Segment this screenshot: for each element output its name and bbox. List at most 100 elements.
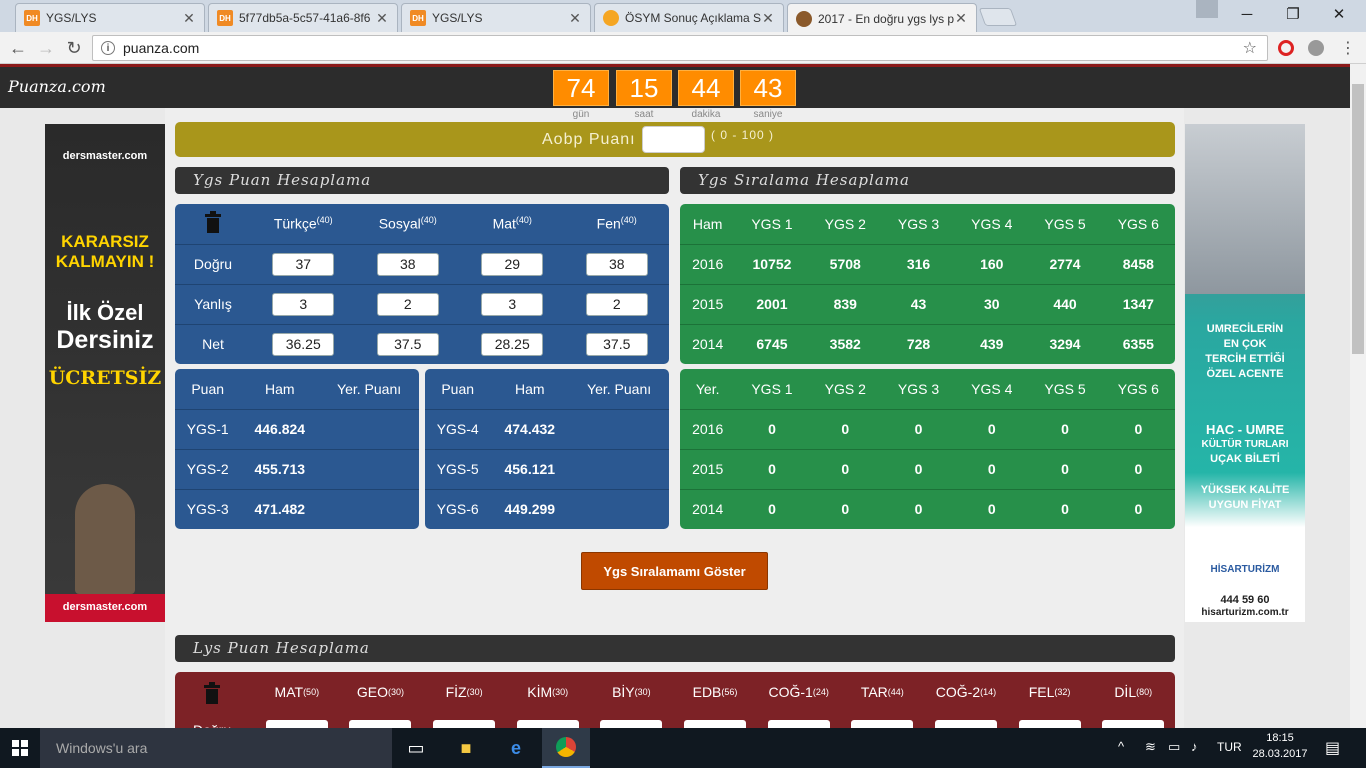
rank-col-header: YGS 1 <box>735 204 809 245</box>
address-bar[interactable]: i puanza.com ☆ <box>92 35 1268 61</box>
dogru-input[interactable]: 37 <box>272 252 335 276</box>
rank-cell: 316 <box>881 244 956 285</box>
extension-icon[interactable] <box>1278 40 1294 56</box>
notifications-icon[interactable]: ▤ <box>1325 738 1340 758</box>
dogru-input[interactable]: 29 <box>481 252 544 276</box>
rank-yer-panel: Yer. YGS 1 YGS 2 YGS 3 YGS 4 YGS 5 YGS 6 2016 0 0… <box>680 369 1175 529</box>
lys-dogru-input[interactable] <box>934 720 997 728</box>
site-favicon-icon: DH <box>410 10 426 26</box>
menu-dots-icon[interactable]: ⋮ <box>1340 38 1356 58</box>
ad-site: hisarturizm.com.tr <box>1201 607 1289 618</box>
rank-col-header: YGS 6 <box>1101 369 1175 410</box>
chevron-up-icon[interactable]: ^ <box>1118 739 1124 754</box>
windows-start-icon[interactable] <box>0 728 40 768</box>
rank-cell: 6745 <box>756 336 788 353</box>
ad-text: UMRECİLERİN <box>1206 323 1284 335</box>
lys-dogru-input[interactable] <box>433 720 496 728</box>
col-header: Ham <box>240 369 320 410</box>
lys-dogru-input[interactable] <box>349 720 412 728</box>
lys-dogru-input[interactable] <box>767 720 830 728</box>
browser-tab[interactable]: DH YGS/LYS ✕ <box>15 3 205 32</box>
file-explorer-icon[interactable]: ■ <box>442 728 490 768</box>
aobp-input[interactable] <box>642 126 705 153</box>
lys-dogru-input[interactable] <box>684 720 747 728</box>
browser-tab-bar: DH YGS/LYS ✕ DH 5f77db5a-5c57-41a6-8f6 ✕… <box>0 0 1366 33</box>
col-header: Yer. Puanı <box>569 369 669 410</box>
language-indicator[interactable]: TUR <box>1217 740 1242 754</box>
close-window-icon[interactable]: ✕ <box>1316 0 1362 28</box>
close-icon[interactable]: ✕ <box>954 10 968 27</box>
browser-tab[interactable]: ÖSYM Sonuç Açıklama S ✕ <box>594 3 784 32</box>
lys-input-panel: MAT (50) GEO (30) FİZ (30) KİM (30) BİY (30) EDB (5… <box>175 672 1175 728</box>
ad-text: KARARSIZ <box>61 232 149 251</box>
rank-cell: 0 <box>881 409 956 450</box>
new-tab-button[interactable] <box>978 8 1018 26</box>
minimize-icon[interactable]: ─ <box>1224 0 1270 28</box>
close-icon[interactable]: ✕ <box>761 10 775 27</box>
browser-tab[interactable]: DH 5f77db5a-5c57-41a6-8f6 ✕ <box>208 3 398 32</box>
ygs-header: Ygs Puan Hesaplama <box>175 167 669 194</box>
rank-year: 2015 <box>680 449 736 490</box>
yanlis-input[interactable]: 3 <box>481 292 544 316</box>
tab-title: YGS/LYS <box>46 11 97 25</box>
volume-icon[interactable]: ♪ <box>1191 739 1198 754</box>
ad-banner-right[interactable]: UMRECİLERİN EN ÇOK TERCİH ETTİĞİ ÖZEL AC… <box>1185 124 1305 622</box>
lys-dogru-input[interactable] <box>851 720 914 728</box>
osym-favicon-icon <box>603 10 619 26</box>
row-label: Net <box>202 336 224 353</box>
ad-text: UYGUN FİYAT <box>1208 499 1282 511</box>
reload-icon[interactable]: ↻ <box>62 36 86 60</box>
battery-icon[interactable]: ▭ <box>1168 739 1180 755</box>
task-view-icon[interactable]: ▭ <box>392 728 440 768</box>
edge-icon[interactable]: e <box>492 728 540 768</box>
ad-text: İlk Özel <box>66 300 144 325</box>
tab-title: YGS/LYS <box>432 11 483 25</box>
scrollbar-thumb[interactable] <box>1352 84 1364 354</box>
show-rank-button[interactable]: Ygs Sıralamamı Göster <box>581 552 768 590</box>
globe-icon[interactable] <box>1308 40 1324 56</box>
user-profile-icon[interactable] <box>1196 0 1218 18</box>
lys-dogru-input[interactable] <box>265 720 328 728</box>
yanlis-input[interactable]: 2 <box>376 292 439 316</box>
restore-icon[interactable]: ❐ <box>1270 0 1316 28</box>
ad-text: UÇAK BİLETİ <box>1210 453 1280 465</box>
rank-cell: 1347 <box>1101 284 1175 325</box>
ad-banner-left[interactable]: dersmaster.com KARARSIZ KALMAYIN ! İlk Ö… <box>45 124 165 622</box>
browser-tab-active[interactable]: 2017 - En doğru ygs lys p ✕ <box>787 3 977 33</box>
yanlis-input[interactable]: 2 <box>585 292 648 316</box>
rank-year: 2014 <box>692 336 724 353</box>
net-value: 36.25 <box>272 332 335 356</box>
rank-col-header: YGS 4 <box>955 204 1029 245</box>
yanlis-input[interactable]: 3 <box>272 292 335 316</box>
rank-cell: 839 <box>808 284 882 325</box>
lys-dogru-input[interactable] <box>600 720 663 728</box>
trash-icon[interactable] <box>203 682 221 707</box>
windows-taskbar: Windows'u ara ▭ ■ e ^ ≋ ▭ ♪ TUR 18:15 28… <box>0 728 1366 768</box>
countdown-label: gün <box>572 109 590 120</box>
clock-time[interactable]: 18:15 <box>1250 732 1310 744</box>
bookmark-star-icon[interactable]: ☆ <box>1243 38 1257 58</box>
lys-dogru-input[interactable] <box>1102 720 1165 728</box>
dogru-input[interactable]: 38 <box>585 252 648 276</box>
dogru-input[interactable]: 38 <box>376 252 439 276</box>
site-logo[interactable]: Puanza.com <box>8 77 106 96</box>
back-arrow-icon[interactable]: ← <box>6 36 30 60</box>
trash-icon[interactable] <box>175 204 251 245</box>
wifi-icon[interactable]: ≋ <box>1145 739 1156 755</box>
lys-dogru-input[interactable] <box>1018 720 1081 728</box>
close-icon[interactable]: ✕ <box>568 10 582 27</box>
taskbar-search-input[interactable]: Windows'u ara <box>40 728 392 768</box>
rank-cell: 30 <box>955 284 1029 325</box>
page-scrollbar[interactable] <box>1350 64 1366 728</box>
close-icon[interactable]: ✕ <box>375 10 389 27</box>
lys-dogru-input[interactable] <box>516 720 579 728</box>
close-icon[interactable]: ✕ <box>182 10 196 27</box>
rank-col-header: YGS 5 <box>1028 369 1102 410</box>
col-header: Puan <box>175 369 241 410</box>
info-icon[interactable]: i <box>101 41 115 55</box>
forward-arrow-icon[interactable]: → <box>34 36 58 60</box>
browser-tab[interactable]: DH YGS/LYS ✕ <box>401 3 591 32</box>
chrome-icon[interactable] <box>542 728 590 768</box>
clock-date[interactable]: 28.03.2017 <box>1250 748 1310 760</box>
ad-brand: dersmaster.com <box>62 150 148 162</box>
